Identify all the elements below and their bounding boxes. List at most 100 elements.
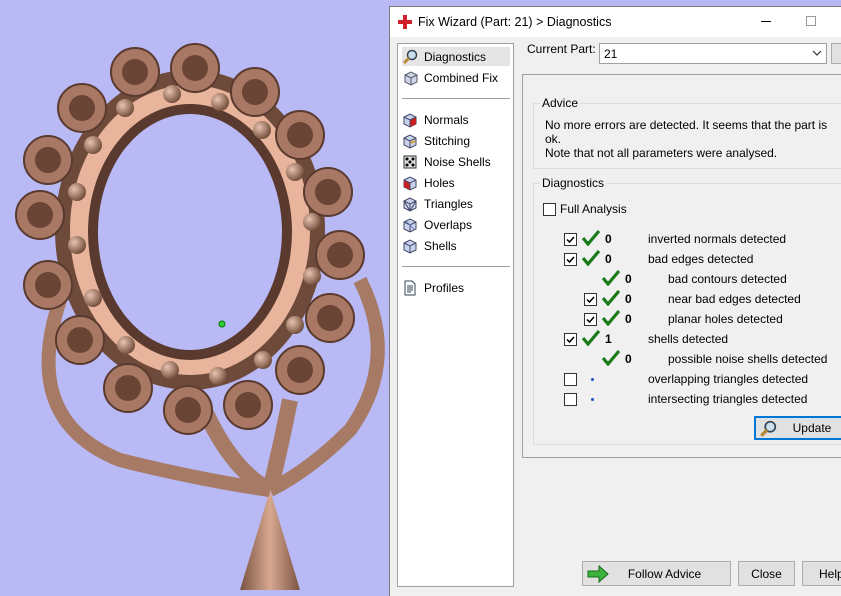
noise-shells-count: 0 xyxy=(625,352,632,366)
checkmark-icon xyxy=(566,236,575,244)
magnifier-icon xyxy=(402,49,418,64)
inverted-normals-text: inverted normals detected xyxy=(648,232,787,246)
bad-edges-text: bad edges detected xyxy=(648,252,754,266)
profiles-document-icon xyxy=(404,280,416,295)
nav-label-overlaps: Overlaps xyxy=(424,217,473,232)
nav-label-holes: Holes xyxy=(424,175,455,190)
shells-checkbox[interactable] xyxy=(564,333,577,346)
fix-wizard-nav: Diagnostics Combined Fix Normals Stitchi… xyxy=(397,43,514,587)
green-check-icon xyxy=(582,230,600,246)
bad-edges-checkbox[interactable] xyxy=(564,253,577,266)
current-part-value: 21 xyxy=(604,47,618,61)
pending-dot-icon xyxy=(591,398,594,401)
triangles-cube-icon xyxy=(403,196,417,212)
green-check-icon xyxy=(602,310,620,326)
advice-line-2: Note that not all parameters were analys… xyxy=(545,146,778,160)
nav-item-diagnostics[interactable]: Diagnostics xyxy=(402,47,510,66)
near-bad-edges-text: near bad edges detected xyxy=(668,292,801,306)
overlapping-triangles-text: overlapping triangles detected xyxy=(648,372,809,386)
near-bad-edges-count: 0 xyxy=(625,292,632,306)
help-label: Help xyxy=(819,566,841,581)
green-check-icon xyxy=(602,270,620,286)
maximize-button[interactable] xyxy=(801,11,821,31)
update-label: Update xyxy=(792,421,832,435)
nav-item-noise-shells[interactable]: Noise Shells xyxy=(402,152,510,171)
green-arrow-right-icon xyxy=(587,565,609,583)
normals-cube-icon xyxy=(403,112,417,128)
nav-separator xyxy=(402,98,510,99)
close-label: Close xyxy=(751,566,782,581)
planar-holes-checkbox[interactable] xyxy=(584,313,597,326)
window-title: Fix Wizard (Part: 21) > Diagnostics xyxy=(418,15,612,29)
diagnostics-group: Diagnostics Full Analysis 0 inverted nor… xyxy=(533,176,841,445)
ring-model xyxy=(15,43,385,590)
nav-item-triangles[interactable]: Triangles xyxy=(402,194,510,213)
stitching-cube-icon xyxy=(403,133,417,149)
nav-item-combined-fix[interactable]: Combined Fix xyxy=(402,68,510,87)
red-cross-icon xyxy=(398,15,412,29)
overlaps-cube-icon xyxy=(403,217,417,233)
follow-advice-button[interactable]: Follow Advice xyxy=(582,561,731,586)
green-check-icon xyxy=(602,290,620,306)
nav-separator xyxy=(402,266,510,267)
green-check-icon xyxy=(582,330,600,346)
noise-shells-text: possible noise shells detected xyxy=(668,352,828,366)
chevron-down-icon xyxy=(812,50,822,56)
bad-contours-count: 0 xyxy=(625,272,632,286)
full-analysis-checkbox[interactable] xyxy=(543,203,556,216)
planar-holes-text: planar holes detected xyxy=(668,312,783,326)
combined-fix-icon xyxy=(404,70,418,86)
full-analysis-label: Full Analysis xyxy=(560,202,627,216)
nav-label-normals: Normals xyxy=(424,112,469,127)
diagnostics-panel: Advice No more errors are detected. It s… xyxy=(522,74,841,458)
close-button[interactable]: Close xyxy=(738,561,795,586)
nav-item-shells[interactable]: Shells xyxy=(402,236,510,255)
green-check-icon xyxy=(582,250,600,266)
minimize-icon xyxy=(761,21,771,22)
intersecting-triangles-checkbox[interactable] xyxy=(564,393,577,406)
nav-item-holes[interactable]: Holes xyxy=(402,173,510,192)
update-button[interactable]: Update xyxy=(754,416,841,440)
nav-label-shells: Shells xyxy=(424,238,457,253)
help-button[interactable]: Help xyxy=(802,561,841,586)
nav-label-triangles: Triangles xyxy=(424,196,473,211)
nav-item-stitching[interactable]: Stitching xyxy=(402,131,510,150)
planar-holes-count: 0 xyxy=(625,312,632,326)
nav-label-profiles: Profiles xyxy=(424,280,465,295)
checkmark-icon xyxy=(566,256,575,264)
shells-cube-icon xyxy=(403,238,417,254)
current-part-select[interactable]: 21 xyxy=(599,43,827,64)
inverted-normals-checkbox[interactable] xyxy=(564,233,577,246)
checkmark-icon xyxy=(566,336,575,344)
inverted-normals-count: 0 xyxy=(605,232,612,246)
bad-contours-text: bad contours detected xyxy=(668,272,787,286)
title-bar: Fix Wizard (Part: 21) > Diagnostics xyxy=(390,7,841,37)
checkmark-icon xyxy=(586,296,595,304)
nav-label-combined-fix: Combined Fix xyxy=(424,70,499,85)
bad-edges-count: 0 xyxy=(605,252,612,266)
intersecting-triangles-text: intersecting triangles detected xyxy=(648,392,808,406)
fix-wizard-dialog: Fix Wizard (Part: 21) > Diagnostics Diag… xyxy=(389,6,841,596)
pending-dot-icon xyxy=(591,378,594,381)
shells-text: shells detected xyxy=(648,332,729,346)
shells-count: 1 xyxy=(605,332,612,346)
advice-line-1: No more errors are detected. It seems th… xyxy=(545,118,828,146)
overlapping-triangles-checkbox[interactable] xyxy=(564,373,577,386)
nav-label-stitching: Stitching xyxy=(424,133,471,148)
current-part-label: Current Part: xyxy=(527,42,596,56)
advice-text: No more errors are detected. It seems th… xyxy=(545,118,841,160)
minimize-button[interactable] xyxy=(756,11,776,31)
advice-title: Advice xyxy=(540,96,581,110)
nav-item-profiles[interactable]: Profiles xyxy=(402,278,510,297)
nav-label-noise-shells: Noise Shells xyxy=(424,154,491,169)
checkmark-icon xyxy=(586,316,595,324)
part-options-button[interactable] xyxy=(831,43,841,64)
follow-advice-label: Follow Advice xyxy=(627,566,702,581)
nav-item-overlaps[interactable]: Overlaps xyxy=(402,215,510,234)
near-bad-edges-checkbox[interactable] xyxy=(584,293,597,306)
maximize-icon xyxy=(806,16,816,26)
diagnostics-title: Diagnostics xyxy=(540,176,607,190)
nav-label-diagnostics: Diagnostics xyxy=(424,49,487,64)
nav-item-normals[interactable]: Normals xyxy=(402,110,510,129)
3d-viewport[interactable] xyxy=(0,0,390,590)
